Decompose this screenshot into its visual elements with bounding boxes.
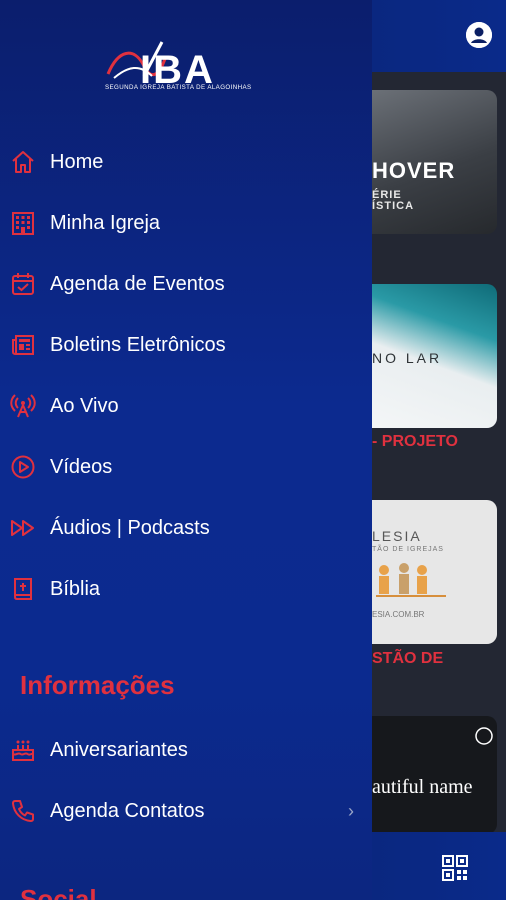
broadcast-icon bbox=[10, 393, 36, 419]
card-title: autiful name bbox=[372, 776, 473, 798]
menu-item-label: Home bbox=[50, 150, 104, 173]
menu-item-biblia[interactable]: Bíblia bbox=[0, 564, 372, 614]
bible-icon bbox=[10, 576, 36, 602]
card-subtitle: ÉRIE ÍSTICA bbox=[372, 189, 415, 212]
cake-icon bbox=[10, 737, 36, 763]
section-title-social: Social bbox=[20, 884, 97, 900]
card-website: ESIA.COM.BR bbox=[372, 610, 425, 619]
menu-item-agenda-contatos[interactable]: Agenda Contatos › bbox=[0, 786, 372, 836]
menu-item-label: Áudios | Podcasts bbox=[50, 516, 210, 539]
menu-item-audios-podcasts[interactable]: Áudios | Podcasts bbox=[0, 503, 372, 553]
card-title: NO LAR bbox=[372, 350, 443, 366]
card-caption: STÃO DE bbox=[372, 650, 444, 667]
card-caption: - PROJETO bbox=[372, 433, 458, 450]
video-card[interactable]: NO LAR bbox=[372, 284, 497, 428]
menu-item-ao-vivo[interactable]: Ao Vivo bbox=[0, 381, 372, 431]
logo-subtitle: SEGUNDA IGREJA BATISTA DE ALAGOINHAS bbox=[105, 84, 252, 91]
menu-item-home[interactable]: Home bbox=[0, 137, 372, 187]
play-circle-icon bbox=[10, 454, 36, 480]
menu-item-aniversariantes[interactable]: Aniversariantes bbox=[0, 725, 372, 775]
menu-item-label: Agenda Contatos bbox=[50, 799, 205, 822]
menu-item-label: Aniversariantes bbox=[50, 738, 188, 761]
menu-item-videos[interactable]: Vídeos bbox=[0, 442, 372, 492]
menu-item-boletins[interactable]: Boletins Eletrônicos bbox=[0, 320, 372, 370]
chevron-right-icon: › bbox=[348, 800, 354, 821]
section-title-informacoes: Informações bbox=[20, 670, 175, 700]
home-icon bbox=[10, 149, 36, 175]
newspaper-icon bbox=[10, 332, 36, 358]
menu-item-label: Boletins Eletrônicos bbox=[50, 333, 226, 356]
navigation-drawer: IBA SEGUNDA IGREJA BATISTA DE ALAGOINHAS… bbox=[0, 0, 372, 900]
card-title: LESIA bbox=[372, 528, 422, 544]
fast-forward-icon bbox=[10, 515, 36, 541]
menu-item-label: Vídeos bbox=[50, 455, 113, 478]
family-illustration-icon bbox=[376, 563, 446, 597]
video-card[interactable]: autiful name bbox=[372, 716, 497, 834]
menu-item-label: Minha Igreja bbox=[50, 211, 161, 234]
qr-code-icon[interactable] bbox=[442, 855, 468, 881]
menu-item-agenda-eventos[interactable]: Agenda de Eventos bbox=[0, 259, 372, 309]
menu-item-minha-igreja[interactable]: Minha Igreja bbox=[0, 198, 372, 248]
card-title: HOVER bbox=[372, 158, 456, 183]
logo-circle-icon bbox=[475, 727, 493, 745]
phone-icon bbox=[10, 798, 36, 824]
menu-item-label: Ao Vivo bbox=[50, 394, 119, 417]
video-card[interactable]: LESIA TÃO DE IGREJAS ESIA.COM.BR bbox=[372, 500, 497, 644]
menu-item-label: Bíblia bbox=[50, 577, 101, 600]
card-subtitle: TÃO DE IGREJAS bbox=[372, 546, 444, 553]
account-icon[interactable] bbox=[466, 22, 492, 48]
menu-item-label: Agenda de Eventos bbox=[50, 272, 225, 295]
video-card[interactable]: HOVER ÉRIE ÍSTICA bbox=[372, 90, 497, 234]
calendar-check-icon bbox=[10, 271, 36, 297]
building-icon bbox=[10, 210, 36, 236]
